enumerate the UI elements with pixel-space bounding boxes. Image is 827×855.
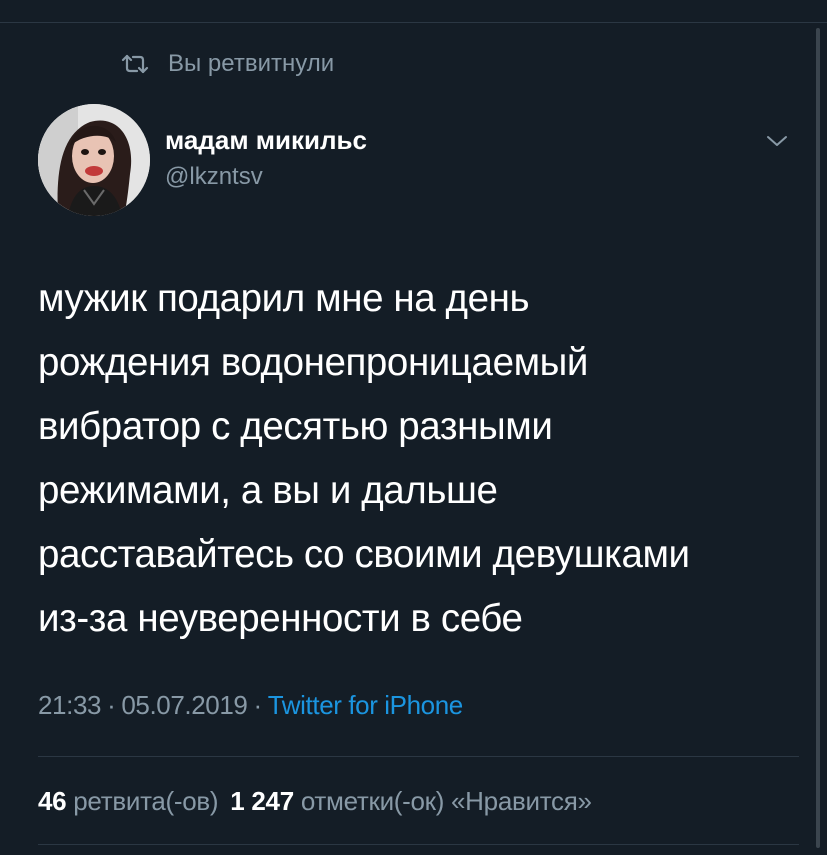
author-display-name[interactable]: мадам микильс [165,125,367,156]
meta-separator: · [107,690,116,720]
retweets-count: 46 [38,786,67,816]
tweet-source-link[interactable]: Twitter for iPhone [268,690,464,720]
tweet-text-line: из-за неуверенности в себе [38,597,523,640]
tweet-text-line: расставайтесь со своими девушками [38,533,690,576]
tweet-text-line: режимами, а вы и дальше [38,469,498,512]
tweet-time[interactable]: 21:33 [38,690,101,720]
top-divider [0,22,827,23]
retweet-context-label: Вы ретвитнули [168,50,335,77]
tweet-text-line: мужик подарил мне на день [38,277,530,320]
avatar[interactable] [38,104,150,216]
meta-separator: · [253,690,262,720]
author-handle[interactable]: @lkzntsv [165,163,263,191]
stats-divider [38,756,799,757]
retweets-label: ретвита(-ов) [73,786,219,816]
tweet-text-line: рождения водонепроницаемый [38,341,589,384]
scrollbar[interactable] [816,28,820,848]
tweet-text-line: вибратор с десятью разными [38,405,553,448]
tweet-stats: 46 ретвита(-ов) 1 247 отметки(-ок) «Нрави… [38,786,592,817]
likes-label: отметки(-ок) «Нравится» [300,786,592,816]
likes-count: 1 247 [230,786,294,816]
retweet-context: Вы ретвитнули [120,50,334,78]
stats-divider [38,844,799,845]
tweet-meta: 21:33 · 05.07.2019 · Twitter for iPhone [38,690,463,721]
chevron-down-icon[interactable] [766,134,788,148]
retweet-icon [120,53,150,75]
tweet-date[interactable]: 05.07.2019 [121,690,248,720]
likes-stat[interactable]: 1 247 отметки(-ок) «Нравится» [230,786,592,816]
retweets-stat[interactable]: 46 ретвита(-ов) [38,786,219,816]
tweet-text: мужик подарил мне на день рождения водон… [38,267,808,651]
